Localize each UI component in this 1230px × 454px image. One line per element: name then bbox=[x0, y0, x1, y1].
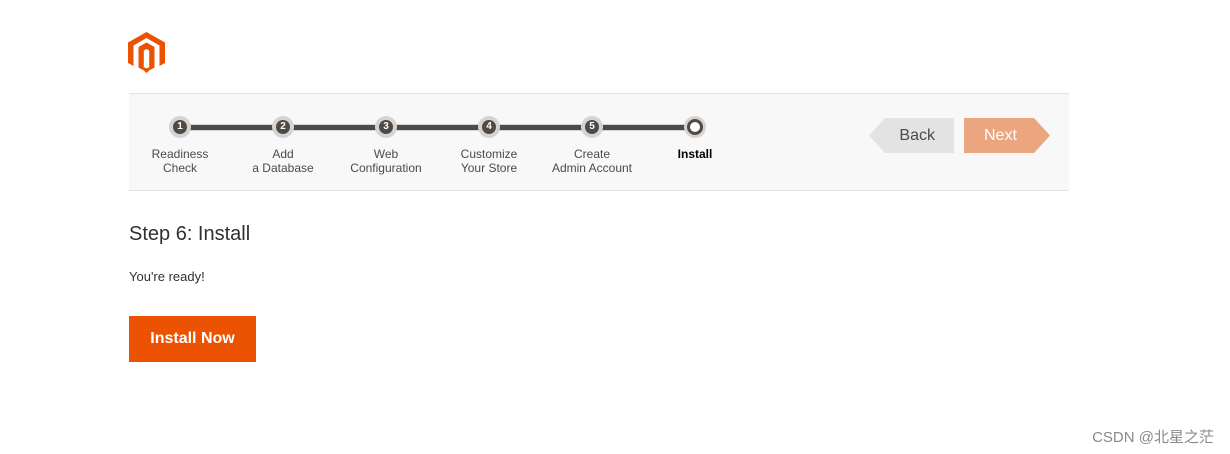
step-readiness-check: 1 Readiness Check bbox=[120, 94, 240, 192]
next-button[interactable]: Next bbox=[964, 118, 1050, 153]
step-marker: 4 bbox=[478, 116, 500, 138]
step-install: Install bbox=[635, 94, 755, 192]
ready-message: You're ready! bbox=[129, 269, 205, 284]
magento-logo-icon bbox=[128, 32, 165, 73]
current-step-indicator bbox=[687, 119, 703, 135]
step-label-line2: Your Store bbox=[460, 161, 518, 175]
step-label: Install bbox=[635, 147, 755, 161]
step-label-line1: Customize bbox=[460, 147, 518, 161]
step-customize-store: 4 Customize Your Store bbox=[429, 94, 549, 192]
step-create-admin-account: 5 Create Admin Account bbox=[532, 94, 652, 192]
wizard-navigation: 1 Readiness Check 2 Add a Database 3 Web… bbox=[129, 93, 1069, 191]
step-label: Web Configuration bbox=[326, 147, 446, 175]
step-add-database: 2 Add a Database bbox=[223, 94, 343, 192]
step-number: 2 bbox=[276, 120, 290, 134]
step-label-line2: Check bbox=[162, 161, 197, 175]
step-label: Create Admin Account bbox=[532, 147, 652, 175]
step-label-line2: Configuration bbox=[350, 161, 422, 175]
step-number: 4 bbox=[482, 120, 496, 134]
watermark: CSDN @北星之茫 bbox=[1092, 429, 1214, 446]
back-button[interactable]: Back bbox=[869, 118, 954, 153]
step-number: 5 bbox=[585, 120, 599, 134]
step-label-line2: Admin Account bbox=[551, 161, 633, 175]
step-label-line1: Create bbox=[573, 147, 611, 161]
step-label-line2: a Database bbox=[252, 161, 314, 175]
step-marker: 1 bbox=[169, 116, 191, 138]
step-marker: 2 bbox=[272, 116, 294, 138]
install-now-button[interactable]: Install Now bbox=[129, 316, 256, 362]
step-number: 3 bbox=[379, 120, 393, 134]
step-marker: 3 bbox=[375, 116, 397, 138]
step-label-line1: Web bbox=[373, 147, 399, 161]
step-label: Readiness Check bbox=[120, 147, 240, 175]
step-label: Customize Your Store bbox=[429, 147, 549, 175]
step-label-line1: Install bbox=[677, 147, 713, 161]
step-label-line1: Add bbox=[272, 147, 294, 161]
step-number: 1 bbox=[173, 120, 187, 134]
step-label: Add a Database bbox=[223, 147, 343, 175]
step-marker-current bbox=[684, 116, 706, 138]
page-title: Step 6: Install bbox=[129, 223, 251, 245]
step-web-configuration: 3 Web Configuration bbox=[326, 94, 446, 192]
step-marker: 5 bbox=[581, 116, 603, 138]
step-label-line1: Readiness bbox=[151, 147, 209, 161]
